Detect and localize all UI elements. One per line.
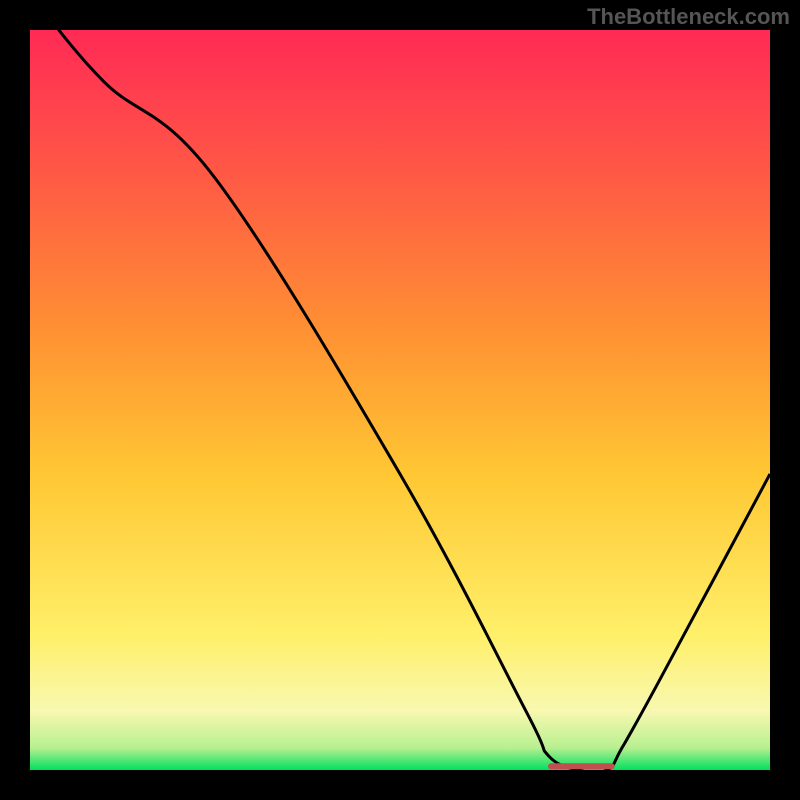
watermark-text: TheBottleneck.com bbox=[587, 4, 790, 30]
bottleneck-chart bbox=[30, 30, 770, 770]
optimal-range-marker bbox=[548, 763, 615, 769]
chart-plot-area bbox=[30, 30, 770, 770]
gradient-background bbox=[30, 30, 770, 770]
